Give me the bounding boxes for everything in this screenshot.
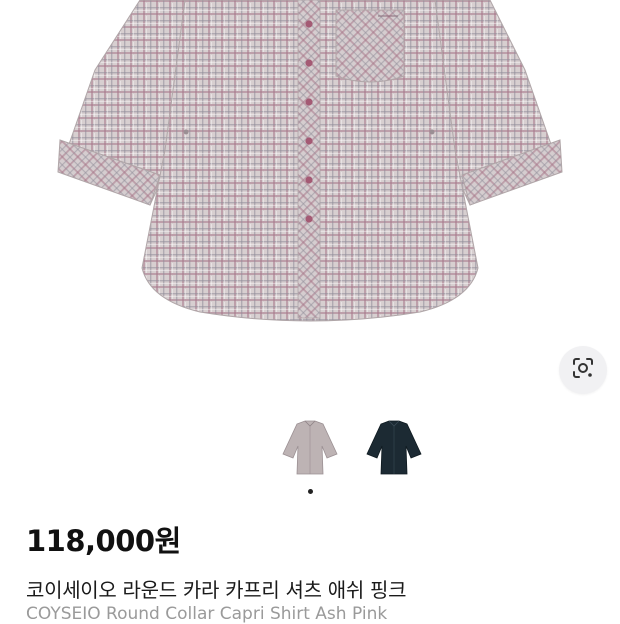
- shirt-illustration: [57, 0, 563, 322]
- thumbnail-ash-pink[interactable]: [274, 412, 346, 484]
- gallery-pager: [0, 489, 620, 494]
- product-title-english: COYSEIO Round Collar Capri Shirt Ash Pin…: [26, 604, 388, 624]
- product-price: 118,000원: [26, 524, 181, 558]
- product-main-image[interactable]: [0, 0, 620, 335]
- pager-dot-active[interactable]: [307, 489, 313, 494]
- lens-search-icon: [571, 356, 595, 384]
- image-search-button[interactable]: [559, 346, 607, 394]
- product-title-korean: 코이세이오 라운드 카라 카프리 셔츠 애쉬 핑크: [26, 578, 407, 602]
- shirt-thumbnail-navy: [366, 420, 422, 475]
- shirt-thumbnail-ash-pink: [282, 420, 338, 475]
- thumbnail-navy[interactable]: [358, 412, 430, 484]
- color-thumbnails: [274, 412, 430, 484]
